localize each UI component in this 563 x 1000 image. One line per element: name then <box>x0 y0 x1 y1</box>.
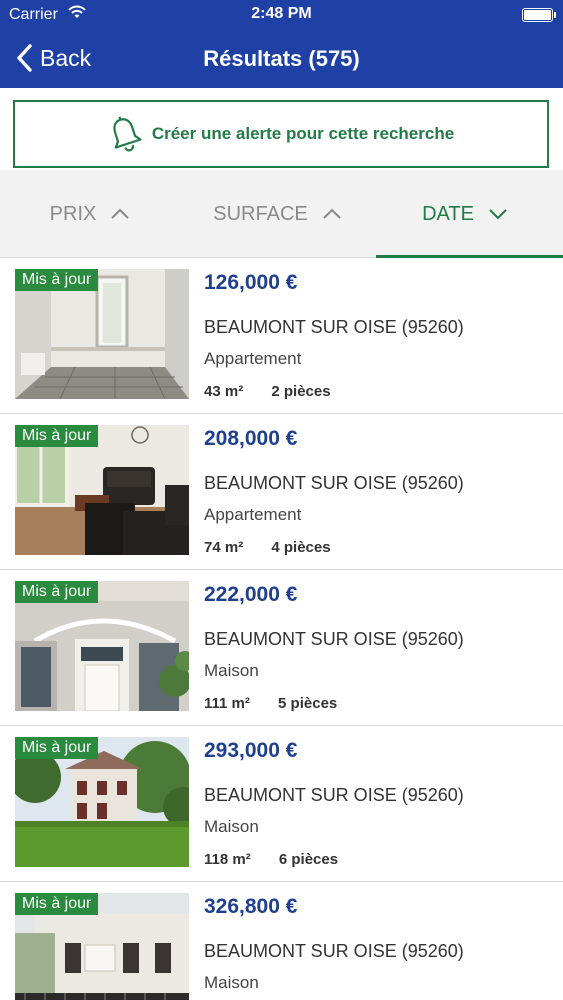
chevron-left-icon <box>17 44 32 72</box>
listing-price: 126,000 € <box>204 271 298 294</box>
create-alert-button[interactable]: Créer une alerte pour cette recherche <box>13 100 549 168</box>
listing-surface: 43 m² <box>204 383 244 400</box>
updated-badge: Mis à jour <box>15 425 99 447</box>
listing-details: 43 m² 2 pièces <box>204 383 331 400</box>
listing-city: BEAUMONT SUR OISE (95260) <box>204 317 464 337</box>
listing-item[interactable]: Mis à jour 208,000 € BEAUMONT SUR OISE (… <box>0 414 563 570</box>
listing-details: 74 m² 4 pièces <box>204 539 331 556</box>
chevron-down-icon <box>489 209 507 220</box>
sort-tab-prix[interactable]: PRIX <box>20 170 160 258</box>
updated-badge: Mis à jour <box>15 269 99 291</box>
listing-details: 111 m² 5 pièces <box>204 695 337 712</box>
back-button[interactable]: Back <box>14 40 91 76</box>
back-label: Back <box>40 44 92 71</box>
listing-type: Appartement <box>204 505 302 524</box>
chevron-up-icon <box>111 208 130 219</box>
status-time: 2:48 PM <box>251 5 312 22</box>
chevron-up-icon <box>323 208 341 219</box>
listing-city: BEAUMONT SUR OISE (95260) <box>204 473 464 493</box>
listing-city: BEAUMONT SUR OISE (95260) <box>204 629 464 649</box>
listing-city: BEAUMONT SUR OISE (95260) <box>204 941 464 961</box>
listing-item[interactable]: Mis à jour 222,000 € BEAUMONT SUR OISE (… <box>0 570 563 726</box>
listing-surface: 111 m² <box>204 695 250 712</box>
listing-rooms: 4 pièces <box>271 539 331 556</box>
listing-details: 118 m² 6 pièces <box>204 851 338 868</box>
listing-type: Maison <box>204 973 259 992</box>
alert-section: Créer une alerte pour cette recherche <box>0 88 563 170</box>
listing-price: 222,000 € <box>204 583 298 606</box>
sort-tab-label: PRIX <box>49 202 97 225</box>
sort-tab-surface[interactable]: SURFACE <box>195 170 360 258</box>
sort-tab-label: DATE <box>422 202 474 225</box>
navigation-bar: Carrier 2:48 PM Back Résultats (575) <box>0 0 563 88</box>
bell-icon <box>113 116 142 152</box>
listing-rooms: 2 pièces <box>271 383 331 400</box>
listing-item[interactable]: Mis à jour 126,000 € BEAUMONT SUR OISE (… <box>0 258 563 414</box>
listing-rooms: 6 pièces <box>278 851 339 868</box>
listing-type: Appartement <box>204 349 302 368</box>
listing-surface: 118 m² <box>204 851 251 868</box>
results-list[interactable]: Mis à jour 126,000 € BEAUMONT SUR OISE (… <box>0 258 563 1000</box>
create-alert-label: Créer une alerte pour cette recherche <box>151 124 455 143</box>
sort-bar: PRIX SURFACE DATE <box>0 170 563 258</box>
updated-badge: Mis à jour <box>15 737 99 759</box>
listing-item[interactable]: Mis à jour 293,000 € BEAUMONT SUR OISE (… <box>0 726 563 882</box>
sort-tab-label: SURFACE <box>213 202 308 225</box>
listing-rooms: 5 pièces <box>278 695 338 712</box>
listing-type: Maison <box>204 661 259 680</box>
listing-city: BEAUMONT SUR OISE (95260) <box>204 785 464 805</box>
sort-tab-date[interactable]: DATE <box>395 170 535 258</box>
updated-badge: Mis à jour <box>15 581 99 603</box>
listing-surface: 74 m² <box>204 539 244 556</box>
updated-badge: Mis à jour <box>15 893 99 915</box>
listing-price: 326,800 € <box>204 895 298 918</box>
listing-price: 293,000 € <box>204 739 298 762</box>
status-bar: Carrier 2:48 PM <box>0 0 563 30</box>
listing-price: 208,000 € <box>204 427 298 450</box>
listing-item[interactable]: Mis à jour 326,800 € BEAUMONT SUR OISE (… <box>0 882 563 1000</box>
battery-icon <box>522 8 556 22</box>
listing-type: Maison <box>204 817 259 836</box>
